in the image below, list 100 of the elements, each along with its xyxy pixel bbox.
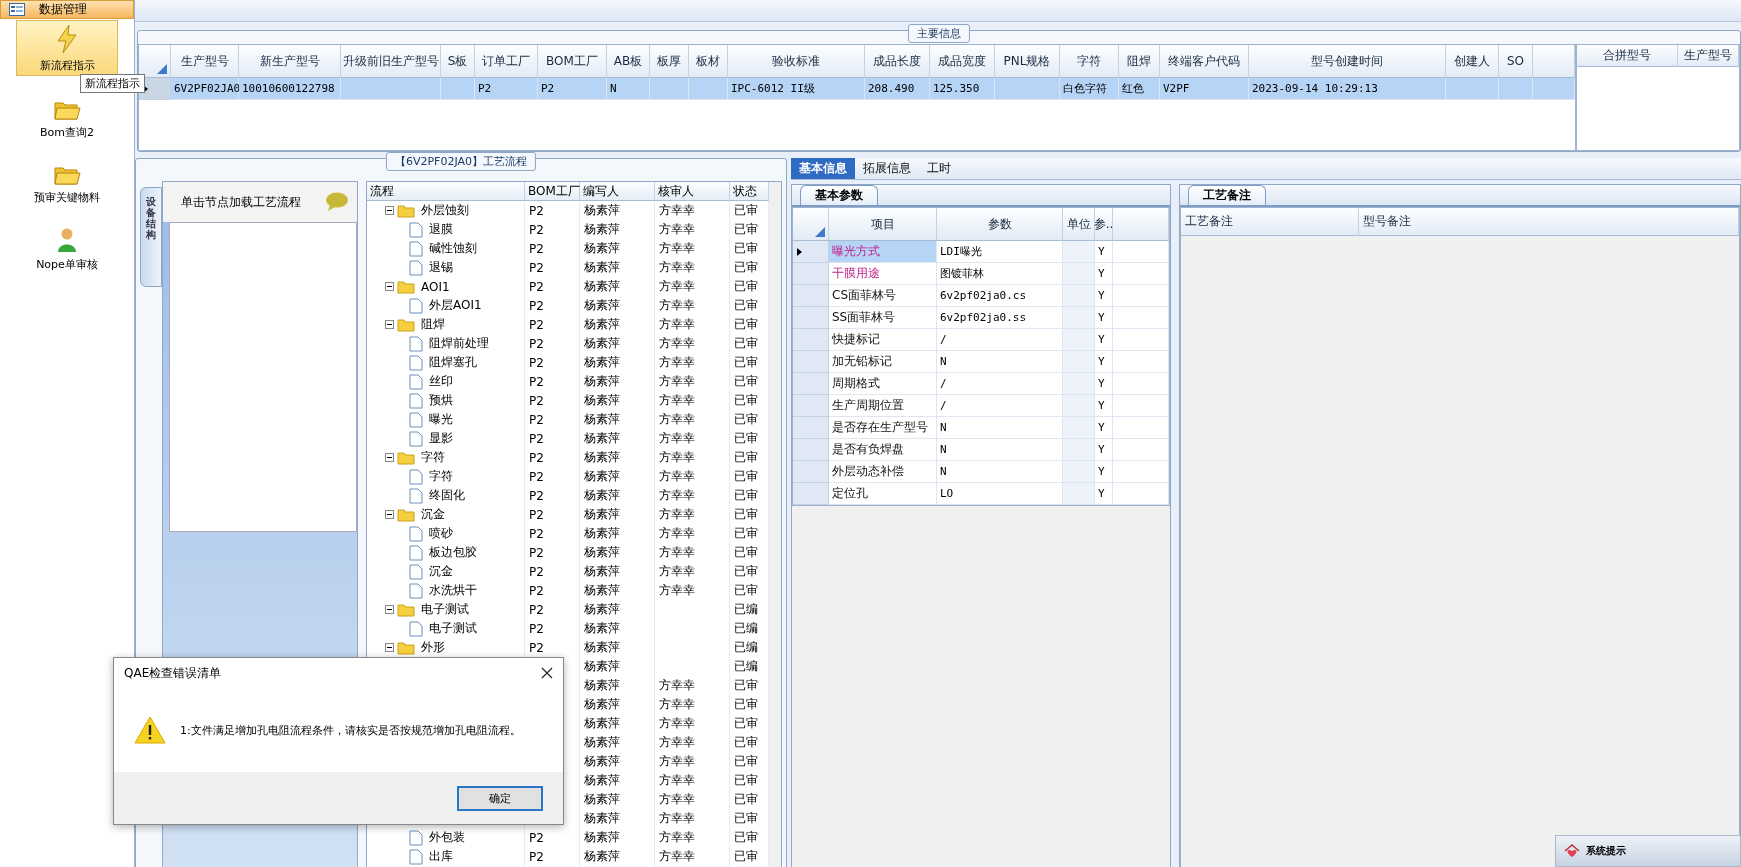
tree-node[interactable]: 外包装 — [429, 829, 465, 846]
collapse-icon[interactable] — [385, 453, 394, 462]
panel-tab[interactable]: 基本参数 — [800, 185, 878, 205]
column-header[interactable]: 型号创建时间 — [1249, 45, 1446, 78]
column-header[interactable]: 订单工厂 — [475, 45, 538, 78]
column-header[interactable]: 成品宽度 — [930, 45, 995, 78]
tree-node[interactable]: 沉金 — [421, 506, 445, 523]
tree-node[interactable]: 沉金 — [429, 563, 453, 580]
column-header[interactable]: AB板 — [607, 45, 650, 78]
column-header[interactable]: 板材 — [689, 45, 728, 78]
collapse-icon[interactable] — [385, 320, 394, 329]
column-header[interactable]: 核审人 — [655, 182, 730, 201]
tab[interactable]: 拓展信息 — [855, 158, 919, 179]
tree-node[interactable]: 外层蚀刻 — [421, 202, 469, 219]
column-header[interactable]: 新生产型号 — [239, 45, 341, 78]
table-cell: 已审 — [730, 277, 769, 296]
table-cell: 已审 — [730, 467, 769, 486]
document-icon — [409, 297, 423, 314]
collapse-icon[interactable] — [385, 643, 394, 652]
row-indicator[interactable] — [793, 241, 829, 263]
tree-node[interactable]: 阻焊前处理 — [429, 335, 489, 352]
collapse-icon[interactable] — [385, 206, 394, 215]
table-cell: 方幸幸 — [655, 410, 730, 429]
tree-node[interactable]: 退膜 — [429, 221, 453, 238]
tree-node[interactable]: 字符 — [429, 468, 453, 485]
column-header[interactable]: 生产型号 — [1678, 45, 1739, 67]
table-cell: P2 — [525, 315, 580, 334]
tree-node[interactable]: 字符 — [421, 449, 445, 466]
tree-node[interactable]: AOI1 — [421, 279, 450, 294]
column-header[interactable]: 字符 — [1060, 45, 1119, 78]
tree-node[interactable]: 水洗烘干 — [429, 582, 477, 599]
tree-node[interactable]: 电子测试 — [429, 620, 477, 637]
column-header[interactable]: SO — [1499, 45, 1533, 78]
column-header[interactable]: 流程 — [367, 182, 525, 201]
tree-node[interactable]: 喷砂 — [429, 525, 453, 542]
column-header[interactable]: 参数 — [937, 208, 1063, 241]
tree-node[interactable]: 阻焊塞孔 — [429, 354, 477, 371]
side-tab[interactable]: 设备结构 — [140, 187, 162, 287]
tree-node[interactable]: 板边包胶 — [429, 544, 477, 561]
column-header[interactable]: 单位 — [1063, 208, 1095, 241]
column-header[interactable]: BOM工厂 — [525, 182, 580, 201]
table-cell: 已审 — [730, 486, 769, 505]
column-header[interactable]: PNL规格 — [995, 45, 1060, 78]
tree-node[interactable]: 外形 — [421, 639, 445, 656]
table-cell: 方幸幸 — [655, 695, 730, 714]
collapse-icon[interactable] — [385, 605, 394, 614]
tree-node[interactable]: 出库 — [429, 848, 453, 865]
table-cell: 杨素萍 — [580, 220, 655, 239]
tree-node[interactable]: 显影 — [429, 430, 453, 447]
table-cell: 方幸幸 — [655, 334, 730, 353]
column-header[interactable]: 升级前旧生产型号 — [341, 45, 441, 78]
tree-node[interactable]: 退锡 — [429, 259, 453, 276]
column-header[interactable]: 验收标准 — [728, 45, 865, 78]
close-icon[interactable] — [541, 667, 553, 679]
column-header[interactable]: 创建人 — [1446, 45, 1499, 78]
tree-node[interactable]: 曝光 — [429, 411, 453, 428]
column-header[interactable]: BOM工厂 — [538, 45, 607, 78]
tree-node[interactable]: 碱性蚀刻 — [429, 240, 477, 257]
tab[interactable]: 基本信息 — [791, 158, 855, 179]
table-cell: 方幸幸 — [655, 524, 730, 543]
folder-icon — [397, 602, 415, 617]
column-header[interactable]: 状态 — [730, 182, 769, 201]
collapse-icon[interactable] — [385, 282, 394, 291]
table-cell: 杨素萍 — [580, 809, 655, 828]
column-header[interactable]: S板 — [441, 45, 475, 78]
table-cell: 杨素萍 — [580, 258, 655, 277]
collapse-icon[interactable] — [385, 510, 394, 519]
column-header[interactable]: 板厚 — [650, 45, 689, 78]
table-cell: 杨素萍 — [580, 315, 655, 334]
column-header[interactable]: 工艺备注 — [1181, 208, 1359, 236]
column-header[interactable]: 合拼型号 — [1577, 45, 1678, 67]
sidebar-item[interactable]: Bom查询2 — [16, 96, 118, 141]
ok-button[interactable]: 确定 — [457, 785, 543, 811]
table-cell: 杨素萍 — [580, 448, 655, 467]
table-cell: Y — [1095, 263, 1113, 285]
column-header[interactable]: 型号备注 — [1359, 208, 1739, 236]
column-header[interactable]: 成品长度 — [865, 45, 930, 78]
column-header[interactable]: 编写人 — [580, 182, 655, 201]
tree-node[interactable]: 终固化 — [429, 487, 465, 504]
column-header[interactable]: 阻焊 — [1119, 45, 1160, 78]
table-cell: 杨素萍 — [580, 429, 655, 448]
sidebar-item[interactable]: 预审关键物料 — [16, 161, 118, 206]
tab[interactable]: 工时 — [919, 158, 959, 179]
column-header[interactable]: 参.. — [1095, 208, 1113, 241]
sidebar-item[interactable]: 新流程指示 — [16, 20, 118, 76]
tree-node[interactable]: 丝印 — [429, 373, 453, 390]
tree-node[interactable]: 预烘 — [429, 392, 453, 409]
tree-node[interactable]: 外层AOI1 — [429, 297, 482, 314]
column-header[interactable]: 项目 — [829, 208, 937, 241]
panel-tab[interactable]: 工艺备注 — [1188, 185, 1266, 205]
sidebar-item[interactable]: Nope单审核 — [16, 226, 118, 273]
document-icon — [409, 335, 423, 352]
table-cell: 已编 — [730, 638, 769, 657]
table-cell: LO — [937, 483, 1063, 505]
column-header[interactable]: 终端客户代码 — [1160, 45, 1249, 78]
table-cell: P2 — [525, 562, 580, 581]
tree-node[interactable]: 阻焊 — [421, 316, 445, 333]
tree-node[interactable]: 电子测试 — [421, 601, 469, 618]
scrollbar[interactable] — [769, 182, 781, 867]
column-header[interactable]: 生产型号 — [171, 45, 239, 78]
